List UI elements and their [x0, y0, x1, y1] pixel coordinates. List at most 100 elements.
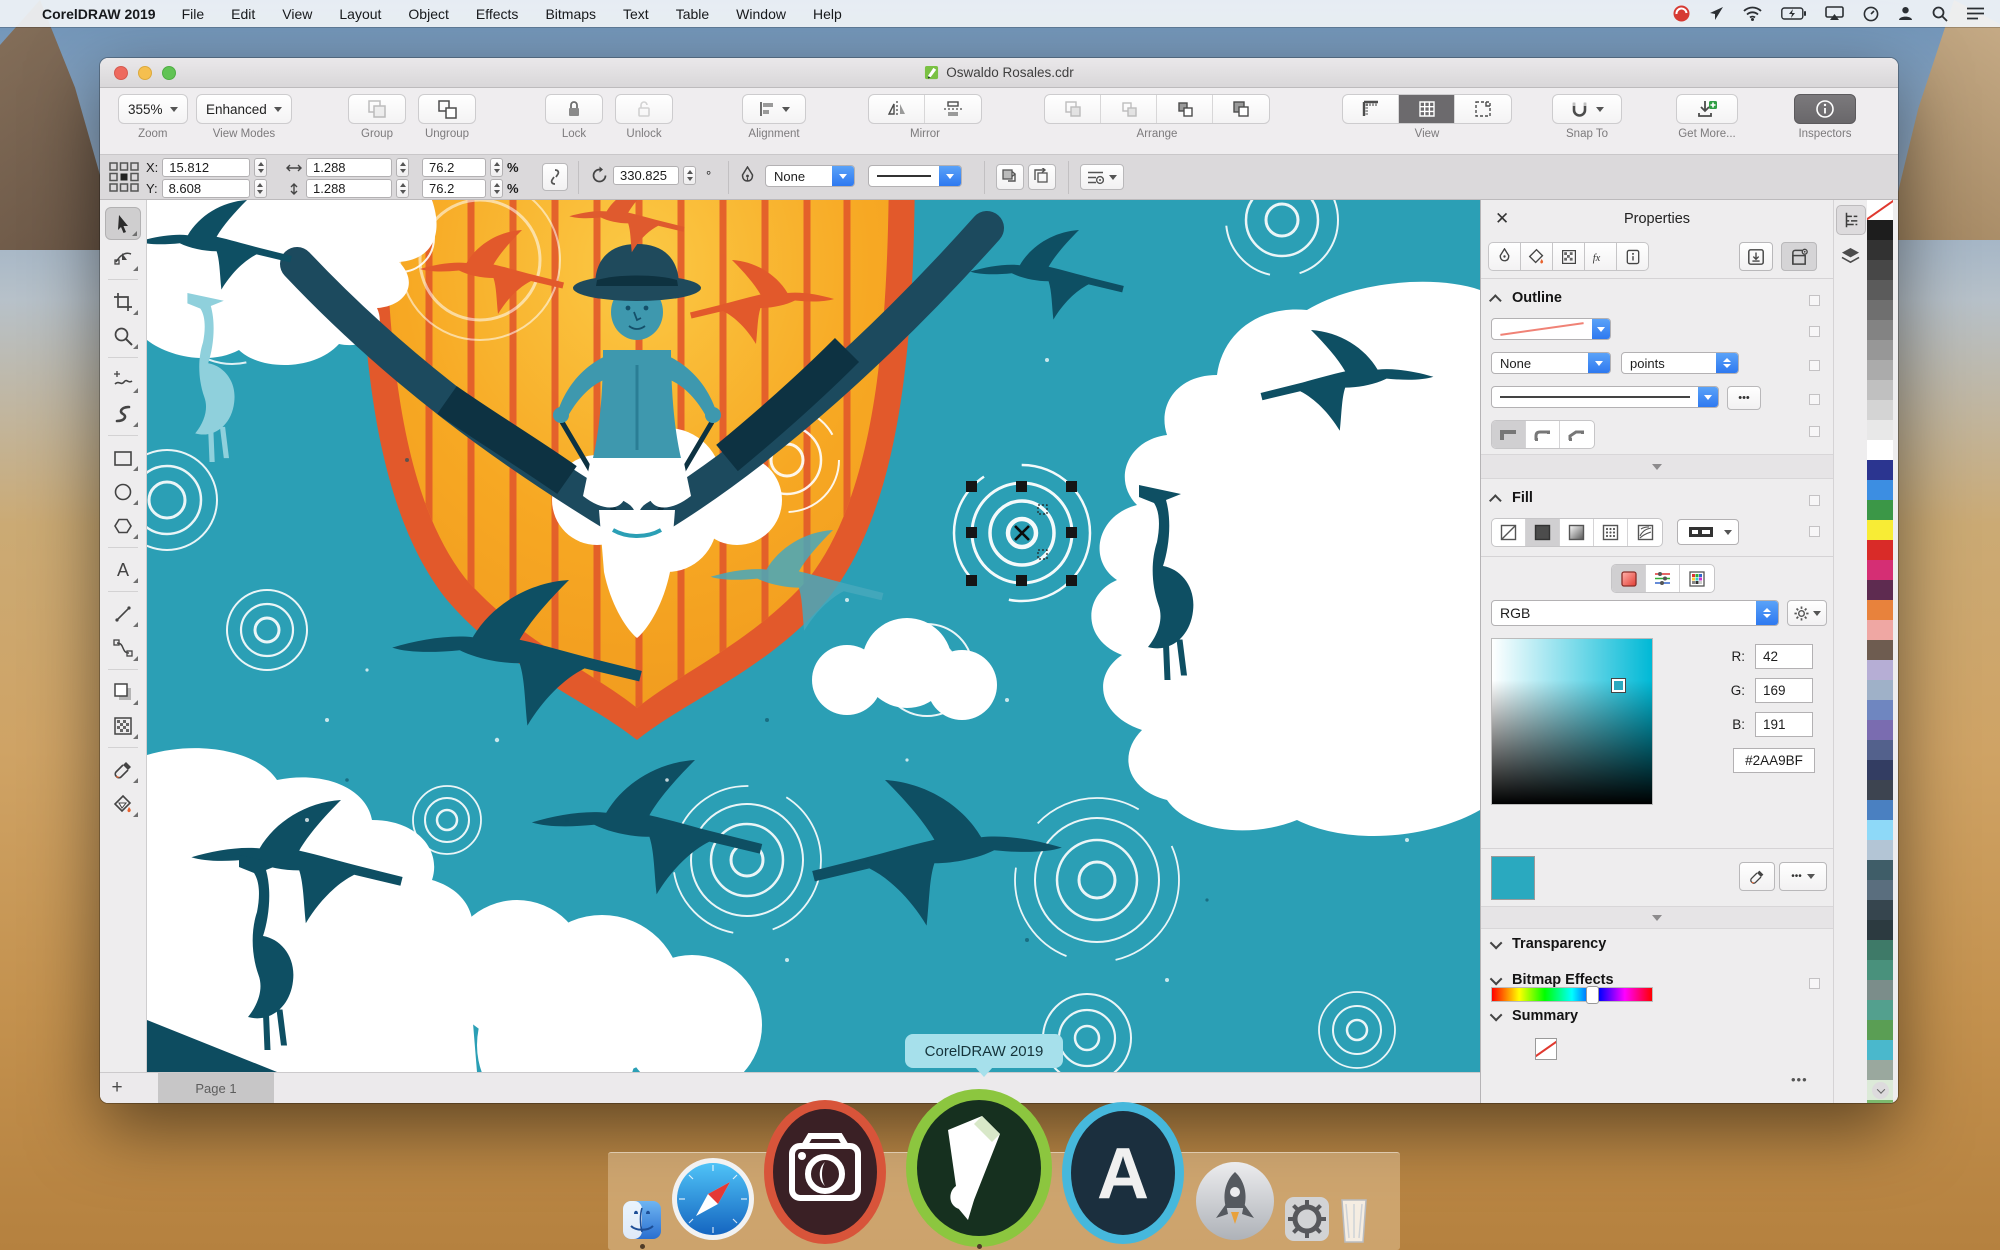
search-icon[interactable]	[1932, 6, 1948, 22]
palette-swatch[interactable]	[1867, 760, 1893, 780]
mirror-vertical-button[interactable]	[925, 95, 981, 123]
object-width-field[interactable]: 1.288	[306, 158, 392, 177]
tab-summary[interactable]	[1616, 242, 1649, 271]
outline-style-select[interactable]	[868, 165, 962, 187]
palette-swatch[interactable]	[1867, 740, 1893, 760]
panel-more-button[interactable]: •••	[1791, 1072, 1808, 1087]
page-tab[interactable]: Page 1	[158, 1072, 274, 1103]
pb-options-button[interactable]	[1080, 164, 1124, 190]
menu-item-effects[interactable]: Effects	[476, 6, 519, 22]
outline-preview-select[interactable]	[1491, 318, 1611, 340]
y-position-field[interactable]: 8.608	[161, 179, 250, 198]
dock-item-finder[interactable]	[622, 1200, 662, 1240]
palette-swatch[interactable]	[1867, 380, 1893, 400]
color-options-button[interactable]	[1787, 600, 1827, 626]
objects-inspector-tab[interactable]	[1836, 241, 1866, 271]
selected-object-ripple[interactable]	[952, 463, 1092, 603]
menu-item-edit[interactable]: Edit	[231, 6, 255, 22]
corner-round-button[interactable]	[1526, 421, 1560, 448]
g-value-field[interactable]: 169	[1755, 678, 1813, 703]
corner-bevel-button[interactable]	[1560, 421, 1594, 448]
bitmap-effects-section-header[interactable]: Bitmap Effects	[1489, 972, 1614, 988]
alignment-button[interactable]	[742, 94, 806, 124]
freehand-tool[interactable]	[105, 363, 141, 396]
palette-swatch[interactable]	[1867, 960, 1893, 980]
hex-value-field[interactable]: #2AA9BF	[1733, 748, 1815, 773]
palette-swatch[interactable]	[1867, 240, 1893, 260]
menu-item-layout[interactable]: Layout	[339, 6, 381, 22]
palette-swatch[interactable]	[1867, 1020, 1893, 1040]
minimize-window-button[interactable]	[138, 66, 152, 80]
no-fill-swatch[interactable]	[1535, 1038, 1557, 1060]
shape-tool[interactable]	[105, 241, 141, 274]
inspectors-button[interactable]	[1794, 94, 1856, 124]
palette-swatch[interactable]	[1867, 840, 1893, 860]
palette-swatch[interactable]	[1867, 700, 1893, 720]
scale-width-stepper[interactable]	[490, 158, 503, 177]
palette-swatch[interactable]	[1867, 580, 1893, 600]
ellipse-tool[interactable]	[105, 475, 141, 508]
x-position-stepper[interactable]	[254, 158, 268, 177]
rotation-stepper[interactable]	[683, 166, 696, 185]
hue-slider[interactable]	[1491, 986, 1653, 1004]
palette-swatch[interactable]	[1867, 360, 1893, 380]
palette-swatch[interactable]	[1867, 400, 1893, 420]
menu-item-bitmaps[interactable]: Bitmaps	[545, 6, 596, 22]
outline-style-checkbox[interactable]	[1809, 394, 1820, 405]
pick-tool[interactable]	[105, 207, 141, 240]
tab-outline[interactable]	[1488, 242, 1521, 271]
fill-more-button[interactable]: •••	[1779, 862, 1827, 891]
drawing-canvas[interactable]	[147, 200, 1480, 1072]
outline-section-checkbox[interactable]	[1809, 295, 1820, 306]
color-eyedropper-tool[interactable]	[105, 753, 141, 786]
pattern-fill-button[interactable]	[1594, 519, 1628, 546]
palette-swatch[interactable]	[1867, 520, 1893, 540]
palette-swatch[interactable]	[1867, 920, 1893, 940]
to-back-button[interactable]	[1213, 95, 1269, 123]
outline-collapse-strip[interactable]	[1481, 454, 1833, 479]
palette-swatch[interactable]	[1867, 800, 1893, 820]
palette-swatch[interactable]	[1867, 260, 1893, 280]
dock-item-corel-font-manager[interactable]: A	[1060, 1100, 1186, 1246]
artistic-media-tool[interactable]	[105, 397, 141, 430]
tab-fill[interactable]	[1520, 242, 1553, 271]
palette-swatch[interactable]	[1867, 560, 1893, 580]
dock-item-safari[interactable]	[670, 1156, 756, 1242]
palette-swatch[interactable]	[1867, 880, 1893, 900]
app-menu[interactable]: CorelDRAW 2019	[42, 6, 156, 22]
interactive-fill-tool[interactable]	[105, 787, 141, 820]
rulers-button[interactable]	[1343, 95, 1399, 123]
palette-swatch[interactable]	[1867, 500, 1893, 520]
scale-height-stepper[interactable]	[490, 179, 503, 198]
grid-button[interactable]	[1399, 95, 1455, 123]
object-height-stepper[interactable]	[396, 179, 409, 198]
palette-swatch[interactable]	[1867, 600, 1893, 620]
zoom-window-button[interactable]	[162, 66, 176, 80]
page-border-button[interactable]	[1455, 95, 1511, 123]
menu-item-view[interactable]: View	[282, 6, 312, 22]
transparency-tool[interactable]	[105, 709, 141, 742]
zoom-level-select[interactable]: 355%	[118, 94, 188, 124]
palette-swatch[interactable]	[1867, 620, 1893, 640]
b-value-field[interactable]: 191	[1755, 712, 1813, 737]
wrap-text-button[interactable]	[996, 164, 1024, 190]
palette-swatch[interactable]	[1867, 480, 1893, 500]
palette-scroll-down-button[interactable]	[1872, 1082, 1889, 1099]
group-button[interactable]	[348, 94, 406, 124]
text-tool[interactable]: A	[105, 553, 141, 586]
palette-swatch[interactable]	[1867, 280, 1893, 300]
connector-tool[interactable]	[105, 631, 141, 664]
color-picker-area[interactable]	[1491, 638, 1653, 805]
to-front-button[interactable]	[1045, 95, 1101, 123]
palette-swatch[interactable]	[1867, 860, 1893, 880]
palette-swatch[interactable]	[1867, 340, 1893, 360]
object-height-field[interactable]: 1.288	[306, 179, 392, 198]
battery-icon[interactable]	[1781, 7, 1806, 20]
transparency-section-header[interactable]: Transparency	[1489, 936, 1606, 952]
palette-swatch[interactable]	[1867, 680, 1893, 700]
outline-units-select[interactable]: points	[1621, 352, 1739, 374]
palette-swatch[interactable]	[1867, 780, 1893, 800]
dock-item-trash[interactable]	[1336, 1198, 1372, 1244]
menu-item-text[interactable]: Text	[623, 6, 649, 22]
corner-miter-button[interactable]	[1492, 421, 1526, 448]
